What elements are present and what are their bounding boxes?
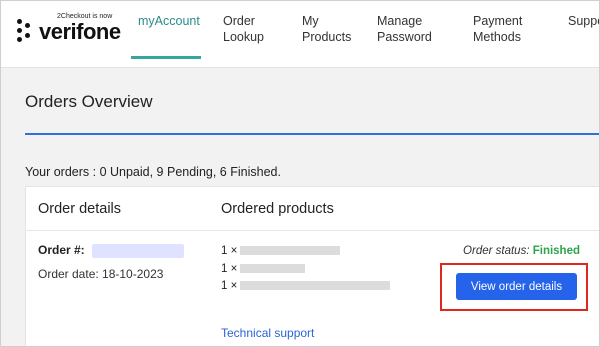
page-title: Orders Overview <box>25 92 153 111</box>
view-order-details-button[interactable]: View order details <box>456 273 577 300</box>
product-qty: 1 × <box>221 245 238 257</box>
logo-brand: verifone <box>39 19 121 44</box>
product-name-redacted <box>240 281 391 291</box>
product-name-redacted <box>240 264 306 274</box>
technical-support-link[interactable]: Technical support <box>221 326 314 340</box>
product-qty: 1 × <box>221 263 238 275</box>
verifone-logo[interactable]: 2Checkout is now verifone <box>17 13 121 49</box>
product-line: 1 × <box>221 245 341 257</box>
order-number-label: Order #: <box>38 243 85 257</box>
col-ordered-products: Ordered products <box>221 201 334 217</box>
product-name-redacted <box>240 246 341 256</box>
logo-dots-icon <box>17 19 37 43</box>
order-card-header: Order details Ordered products <box>26 187 599 231</box>
col-order-details: Order details <box>38 201 122 217</box>
order-status: Order status: Finished <box>463 245 580 257</box>
order-status-value: Finished <box>532 245 580 257</box>
order-card: Order details Ordered products Order #: … <box>25 186 599 346</box>
order-status-label: Order status: <box>463 245 530 257</box>
order-date: Order date: 18-10-2023 <box>38 267 164 281</box>
nav-manage-password[interactable]: Manage Password <box>377 13 432 45</box>
order-number: Order #: <box>38 243 185 258</box>
title-divider <box>25 133 599 135</box>
order-number-redacted <box>92 243 185 258</box>
product-line: 1 × <box>221 280 391 292</box>
app-window: 2Checkout is now verifone myAccount Orde… <box>0 0 600 347</box>
nav-payment-methods[interactable]: Payment Methods <box>473 13 522 45</box>
nav-support[interactable]: Support <box>568 13 599 29</box>
top-navigation-bar: 2Checkout is now verifone myAccount Orde… <box>1 1 599 68</box>
orders-summary: Your orders : 0 Unpaid, 9 Pending, 6 Fin… <box>25 165 281 179</box>
nav-order-lookup[interactable]: Order Lookup <box>223 13 264 45</box>
product-qty: 1 × <box>221 280 238 292</box>
nav-active-indicator <box>131 56 201 59</box>
nav-my-products[interactable]: My Products <box>302 13 351 45</box>
product-line: 1 × <box>221 263 306 275</box>
nav-my-account[interactable]: myAccount <box>138 13 200 29</box>
